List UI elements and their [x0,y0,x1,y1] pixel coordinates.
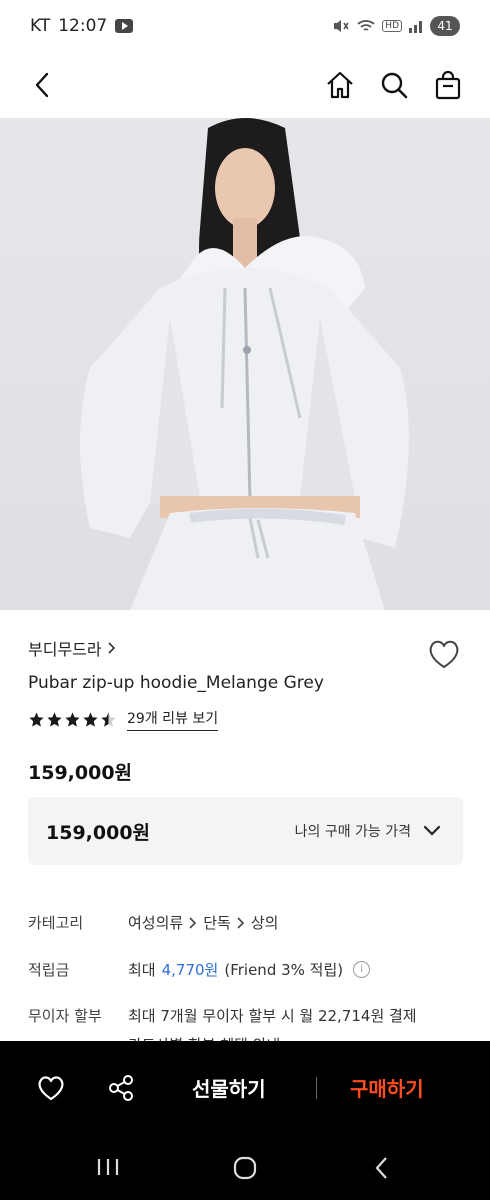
cart-button[interactable] [432,69,464,101]
chevron-down-icon [423,825,441,836]
category-level-1[interactable]: 여성의류 [128,912,183,933]
buy-button[interactable]: 구매하기 [350,1073,424,1102]
top-nav [0,52,490,118]
gift-button[interactable]: 선물하기 [192,1073,266,1102]
category-breadcrumb: 여성의류 단독 상의 [128,912,278,933]
my-price-label: 나의 구매 가능 가격 [294,824,411,840]
star-rating [28,711,117,728]
category-label: 카테고리 [28,914,84,932]
system-nav-bar [0,1135,490,1200]
installment-text: 최대 7개월 무이자 할부 시 월 22,714원 결제 [128,1007,417,1025]
home-icon [327,71,353,99]
category-row: 카테고리 여성의류 단독 상의 [28,912,278,933]
star-icon [47,712,62,727]
product-name: Pubar zip-up hoodie_Melange Grey [28,673,324,693]
star-icon [29,712,44,727]
points-prefix: 최대 [128,961,156,979]
favorite-button[interactable] [426,636,462,672]
signal-icon [409,21,422,33]
my-price-value: 159,000원 [46,821,151,844]
home-nav-icon[interactable] [232,1155,258,1181]
battery-indicator: 41 [430,16,460,36]
half-star-icon [101,712,116,727]
heart-icon [429,640,459,668]
category-level-3[interactable]: 상의 [251,912,279,933]
product-price: 159,000원 [28,762,133,784]
chevron-left-icon [35,72,49,98]
info-icon[interactable]: i [353,961,371,978]
share-icon [109,1075,133,1101]
points-label: 적립금 [28,961,70,979]
nav-actions [324,69,464,101]
hd-badge: HD [382,20,402,32]
points-value: 최대 4,770원 (Friend 3% 적립) i [128,959,371,980]
review-link[interactable]: 29개 리뷰 보기 [127,708,219,731]
status-left: KT 12:07 [30,16,134,36]
search-icon [381,72,408,99]
brand-link[interactable]: 부디무드라 [28,636,116,660]
my-price-box[interactable]: 159,000원 나의 구매 가능 가격 [28,797,463,865]
product-photo [80,118,409,610]
chevron-right-icon [189,916,197,929]
my-price-toggle[interactable]: 나의 구매 가능 가격 [295,821,441,841]
brand-name: 부디무드라 [28,640,102,659]
points-suffix: (Friend 3% 적립) [224,961,344,979]
back-nav-icon[interactable] [372,1155,390,1181]
star-icon [65,712,80,727]
carrier-label: KT [30,16,51,36]
shopping-bag-icon [435,70,461,100]
bottom-action-bar: 선물하기 구매하기 [0,1041,490,1135]
wifi-icon [357,20,375,31]
share-button[interactable] [104,1071,138,1105]
star-icon [83,712,98,727]
points-row: 적립금 최대 4,770원 (Friend 3% 적립) i [28,959,371,980]
rating-row: 29개 리뷰 보기 [28,708,219,731]
mute-icon [334,20,349,32]
wishlist-button[interactable] [34,1071,68,1105]
youtube-notification-icon [115,19,134,33]
points-amount: 4,770원 [161,961,219,979]
recent-apps-icon[interactable] [96,1157,120,1177]
home-button[interactable] [324,69,356,101]
status-bar: KT 12:07 HD 41 [0,0,490,52]
clock: 12:07 [58,16,108,36]
back-button[interactable] [26,69,58,101]
category-level-2[interactable]: 단독 [203,912,231,933]
heart-icon [38,1076,64,1101]
status-right: HD 41 [332,16,460,36]
product-image[interactable] [0,118,490,610]
chevron-right-icon [237,916,244,929]
search-button[interactable] [378,69,410,101]
action-divider [316,1077,317,1099]
chevron-right-icon [108,642,115,654]
